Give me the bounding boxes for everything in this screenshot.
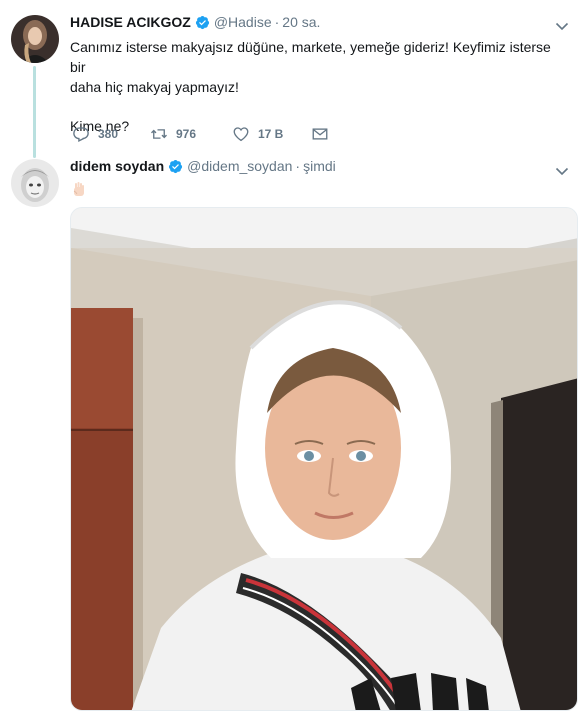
tweet-text-line: daha hiç makyaj yapmayız! (70, 79, 239, 95)
like-count: 17 B (258, 127, 284, 141)
verified-badge-icon (169, 159, 183, 173)
like-button[interactable]: 17 B (232, 125, 311, 143)
display-name[interactable]: didem soydan (70, 158, 164, 174)
reply-button[interactable]: 380 (72, 125, 150, 143)
reply-icon (73, 127, 89, 142)
tweet-photo[interactable] (70, 207, 578, 711)
avatar[interactable] (11, 159, 59, 207)
avatar[interactable] (11, 15, 59, 63)
retweet-icon (151, 129, 167, 139)
reply-count: 380 (98, 127, 119, 141)
chevron-down-icon[interactable] (554, 18, 570, 34)
raised-hand-emoji (73, 182, 84, 196)
tweet-text-line: Canımız isterse makyajsız düğüne, market… (70, 39, 551, 75)
tweet-header: didem soydan @didem_soydan · şimdi (70, 158, 336, 174)
handle[interactable]: @didem_soydan (187, 158, 292, 174)
timestamp[interactable]: şimdi (303, 158, 336, 174)
like-icon (233, 127, 249, 142)
timestamp[interactable]: 20 sa. (282, 14, 320, 30)
retweet-button[interactable]: 976 (150, 125, 232, 143)
separator: · (295, 158, 301, 174)
tweet-text: Canımız isterse makyajsız düğüne, market… (70, 37, 570, 136)
message-icon (312, 128, 328, 140)
retweet-count: 976 (176, 127, 197, 141)
tweet-actions: 380 976 17 B (72, 125, 337, 143)
tweet-header: HADISE ACIKGOZ @Hadise · 20 sa. (70, 14, 320, 30)
separator: · (274, 14, 280, 30)
direct-message-button[interactable] (311, 125, 337, 143)
chevron-down-icon[interactable] (554, 163, 570, 179)
handle[interactable]: @Hadise (214, 14, 272, 30)
display-name[interactable]: HADISE ACIKGOZ (70, 14, 191, 30)
tweet-didem[interactable]: didem soydan @didem_soydan · şimdi (0, 150, 580, 711)
tweet-hadise[interactable]: HADISE ACIKGOZ @Hadise · 20 sa. Canımız … (0, 0, 580, 158)
verified-badge-icon (195, 15, 209, 29)
